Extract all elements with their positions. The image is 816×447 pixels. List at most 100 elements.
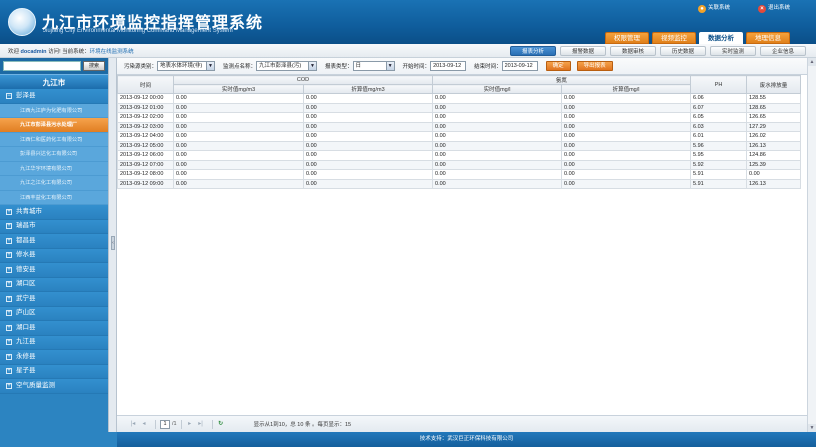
company-item[interactable]: 江西九江庐为化肥有限公司 <box>0 103 108 118</box>
table-row[interactable]: 2013-09-12 02:00 0.00 0.00 0.00 0.00 6.05 126.… <box>117 112 802 123</box>
expand-icon[interactable]: + <box>6 281 12 288</box>
expand-icon[interactable]: + <box>6 223 12 230</box>
nav-gis[interactable]: 地理信息 <box>746 32 790 44</box>
end-time-input[interactable]: 2013-09-12 <box>501 61 538 71</box>
prev-page-icon[interactable]: ◂ <box>140 420 148 428</box>
nav-permission[interactable]: 权限管理 <box>605 32 649 44</box>
cell-ammonia-converted: 0.00 <box>561 102 692 113</box>
cell-cod-realtime: 0.00 <box>173 102 304 113</box>
nav-data-analysis[interactable]: 数据分析 <box>699 32 743 44</box>
tab-data-audit[interactable]: 数据审核 <box>610 46 656 56</box>
nav-video[interactable]: 视频监控 <box>652 32 696 44</box>
company-item-active[interactable]: 九江市彭泽县污水处理厂 <box>0 118 108 133</box>
company-item[interactable]: 江西丰益化工有限公司 <box>0 190 108 205</box>
tree-item-region[interactable]: + 德安县 <box>0 263 108 278</box>
tree-item-region[interactable]: + 星子县 <box>0 364 108 379</box>
tab-enterprise-info[interactable]: 企业信息 <box>760 46 806 56</box>
sidebar-search: 搜索 <box>0 58 108 74</box>
expand-icon[interactable]: + <box>6 310 12 317</box>
table-row[interactable]: 2013-09-12 06:00 0.00 0.00 0.00 0.00 5.95 124.… <box>117 150 802 161</box>
expand-icon[interactable]: + <box>6 353 12 360</box>
report-type-select[interactable]: 日 ▼ <box>352 61 395 71</box>
report-panel: 污染源类别： 地表水体环境(非) ▼ 监测点名称： 九江市彭泽县(污) ▼ 报表类型… <box>117 58 807 432</box>
cell-flow: 125.39 <box>746 159 802 170</box>
scroll-up-icon[interactable]: ▲ <box>808 58 816 66</box>
tree-item-region[interactable]: + 永修县 <box>0 350 108 365</box>
tree-item-label: 彭泽县 <box>16 91 36 99</box>
expand-icon[interactable]: + <box>6 252 12 259</box>
expand-icon[interactable]: + <box>6 295 12 302</box>
search-input[interactable] <box>3 61 81 71</box>
company-item[interactable]: 九江之江化工有限公司 <box>0 176 108 191</box>
cell-ammonia-converted: 0.00 <box>561 93 692 104</box>
table-row[interactable]: 2013-09-12 00:00 0.00 0.00 0.00 0.00 6.06 128.… <box>117 93 802 104</box>
col-ammonia-converted[interactable]: 折算值mg/l <box>561 84 692 94</box>
tree-item-region[interactable]: + 九江县 <box>0 335 108 350</box>
next-page-icon[interactable]: ▸ <box>186 420 194 428</box>
tab-history-data[interactable]: 历史数据 <box>660 46 706 56</box>
cell-cod-realtime: 0.00 <box>173 169 304 180</box>
collapse-sidebar-icon[interactable]: ‹ <box>111 236 115 250</box>
table-row[interactable]: 2013-09-12 04:00 0.00 0.00 0.00 0.00 6.01 126.… <box>117 131 802 142</box>
start-time-input[interactable]: 2013-09-12 <box>430 61 467 71</box>
last-page-icon[interactable]: ▸| <box>197 420 205 428</box>
logout-link[interactable]: × 退出系统 <box>758 3 790 14</box>
table-row[interactable]: 2013-09-12 01:00 0.00 0.00 0.00 0.00 6.07 128.… <box>117 102 802 113</box>
tree-item-region[interactable]: + 修水县 <box>0 248 108 263</box>
tree-item-region[interactable]: + 武宁县 <box>0 292 108 307</box>
company-item[interactable]: 江西仁和医药化工有限公司 <box>0 132 108 147</box>
expand-icon[interactable]: + <box>6 208 12 215</box>
tree-item-region[interactable]: + 瑞昌市 <box>0 219 108 234</box>
search-button[interactable]: 搜索 <box>83 61 105 71</box>
cell-time: 2013-09-12 04:00 <box>117 131 174 142</box>
sidebar-splitter[interactable]: ‹ <box>108 58 117 447</box>
col-ph[interactable]: PH <box>690 75 748 94</box>
tab-report-analysis[interactable]: 报表分析 <box>510 46 556 56</box>
expand-icon[interactable]: + <box>6 368 12 375</box>
expand-icon[interactable]: + <box>6 382 12 389</box>
company-item[interactable]: 九江华宇环境有限公司 <box>0 161 108 176</box>
page-number-input[interactable]: 1 <box>160 419 170 429</box>
tree-item-region[interactable]: + 庐山区 <box>0 306 108 321</box>
expand-icon[interactable]: + <box>6 237 12 244</box>
cell-ammonia-realtime: 0.00 <box>432 102 563 113</box>
current-system[interactable]: 环境在线监测系统 <box>90 49 134 55</box>
table-body: 2013-09-12 00:00 0.00 0.00 0.00 0.00 6.06 128.… <box>117 93 802 189</box>
scroll-down-icon[interactable]: ▼ <box>808 424 816 432</box>
tree-item-region[interactable]: + 湖口县 <box>0 321 108 336</box>
tree-item-region[interactable]: + 共青城市 <box>0 205 108 220</box>
tree-item-pengze[interactable]: − 彭泽县 <box>0 89 108 104</box>
table-row[interactable]: 2013-09-12 08:00 0.00 0.00 0.00 0.00 5.91 0.00 <box>117 169 802 180</box>
expand-icon[interactable]: + <box>6 266 12 273</box>
tree-item-region[interactable]: + 湖口区 <box>0 277 108 292</box>
cell-time: 2013-09-12 05:00 <box>117 140 174 151</box>
tab-alarm-data[interactable]: 报警数据 <box>560 46 606 56</box>
table-row[interactable]: 2013-09-12 03:00 0.00 0.00 0.00 0.00 6.03 127.… <box>117 121 802 132</box>
company-item[interactable]: 彭泽县兴达化工有限公司 <box>0 147 108 162</box>
table-row[interactable]: 2013-09-12 09:00 0.00 0.00 0.00 0.00 5.91 126.… <box>117 178 802 189</box>
table-row[interactable]: 2013-09-12 05:00 0.00 0.00 0.00 0.00 5.96 126.… <box>117 140 802 151</box>
tab-realtime-monitor[interactable]: 实时监测 <box>710 46 756 56</box>
col-ammonia-realtime[interactable]: 实时值mg/l <box>432 84 563 94</box>
tree-item-region[interactable]: + 都昌县 <box>0 234 108 249</box>
vertical-scrollbar[interactable]: ▲ ▼ <box>807 58 816 432</box>
col-cod-converted[interactable]: 折算值mg/m3 <box>302 84 434 94</box>
refresh-icon[interactable]: ↻ <box>217 420 225 428</box>
cell-flow: 128.55 <box>746 93 802 104</box>
table-row[interactable]: 2013-09-12 07:00 0.00 0.00 0.00 0.00 5.92 125.… <box>117 159 802 170</box>
col-wastewater-flow[interactable]: 废水排放量 <box>746 75 802 94</box>
export-report-button[interactable]: 导出报表 <box>576 61 613 71</box>
tree-item-air-quality[interactable]: + 空气质量监测 <box>0 379 108 394</box>
confirm-button[interactable]: 确定 <box>545 61 571 71</box>
sidebar: 搜索 九江市 − 彭泽县 江西九江庐为化肥有限公司 九江市彭泽县污水处理厂 江西仁… <box>0 58 108 447</box>
collapse-icon[interactable]: − <box>6 92 12 99</box>
col-time[interactable]: 时间 <box>117 75 174 94</box>
pollution-type-select[interactable]: 地表水体环境(非) ▼ <box>157 61 216 71</box>
expand-icon[interactable]: + <box>6 324 12 331</box>
tree-item-label: 星子县 <box>16 367 36 374</box>
first-page-icon[interactable]: |◂ <box>129 420 137 428</box>
site-select[interactable]: 九江市彭泽县(污) ▼ <box>256 61 318 71</box>
col-cod-realtime[interactable]: 实时值mg/m3 <box>173 84 304 94</box>
related-systems-link[interactable]: ● 关联系统 <box>698 3 730 14</box>
expand-icon[interactable]: + <box>6 339 12 346</box>
